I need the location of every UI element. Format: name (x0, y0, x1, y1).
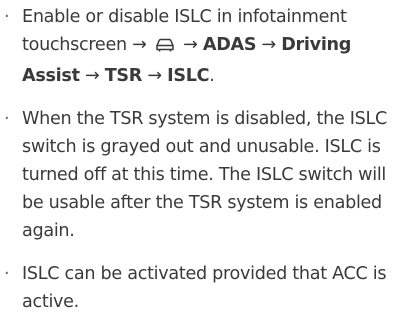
car-icon (154, 34, 176, 62)
item-text: ISLC can be activated provided that ACC … (22, 264, 387, 312)
list-item-tsr-disabled: · When the TSR system is disabled, the I… (0, 105, 408, 245)
arrow-separator: → (177, 35, 203, 55)
bullet-marker: · (4, 264, 10, 284)
menu-path-tsr: TSR (104, 66, 143, 86)
arrow-separator: → (142, 66, 168, 86)
item-text-period: . (209, 66, 215, 86)
menu-path-adas: ADAS (202, 35, 257, 55)
bullet-marker: · (4, 7, 10, 27)
arrow-separator: → (256, 35, 282, 55)
arrow-separator: → (79, 66, 105, 86)
list-item-acc-active: · ISLC can be activated provided that AC… (0, 260, 408, 316)
list-item-enable-islc: · Enable or disable ISLC in infotainment… (0, 3, 408, 90)
item-text: When the TSR system is disabled, the ISL… (22, 109, 388, 241)
instruction-list: · Enable or disable ISLC in infotainment… (0, 0, 408, 316)
bullet-marker: · (4, 109, 10, 129)
menu-path-islc: ISLC (167, 66, 210, 86)
